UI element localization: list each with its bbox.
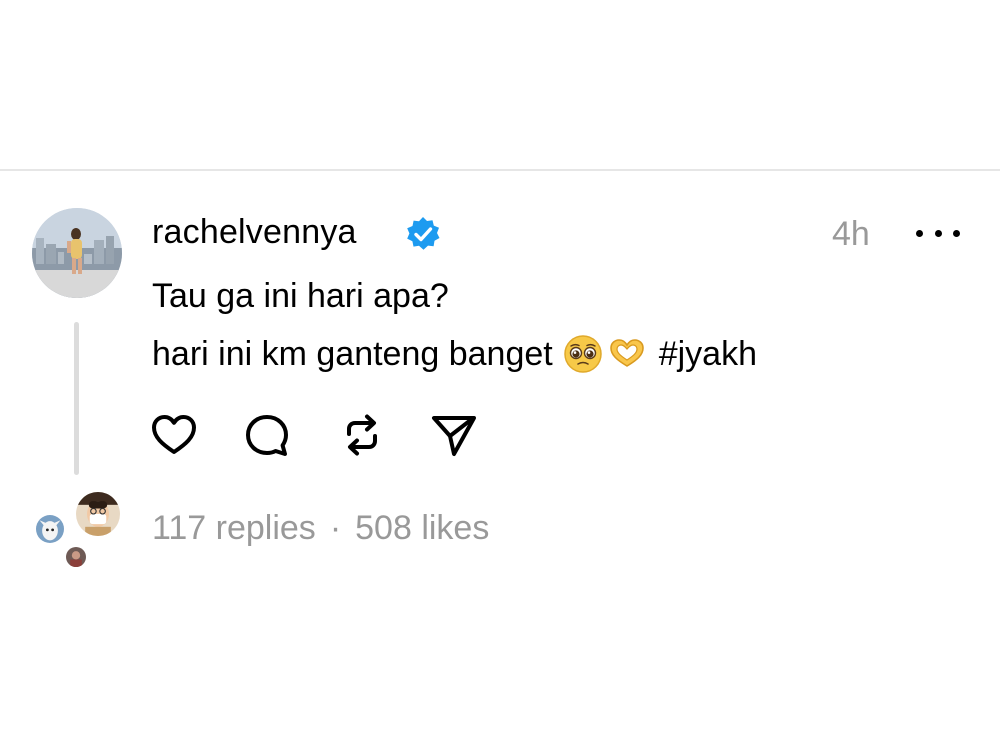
- heart-hands-emoji-icon: [607, 334, 647, 374]
- replier-avatar-2[interactable]: [34, 513, 66, 545]
- thread-connector-line: [74, 322, 79, 475]
- replier-avatar-3[interactable]: [64, 545, 88, 569]
- thread-post-screen: rachelvennya 4h Tau ga ini hari apa? har…: [0, 0, 1000, 750]
- top-divider: [0, 169, 1000, 171]
- post-stats: 117 replies · 508 likes: [152, 506, 489, 550]
- stats-separator: ·: [329, 509, 342, 547]
- author-username[interactable]: rachelvennya: [152, 212, 357, 252]
- post-actions-bar: [148, 410, 488, 460]
- post-text-line-2: hari ini km ganteng banget #jyakh: [152, 334, 757, 374]
- replies-count[interactable]: 117 replies: [152, 509, 316, 547]
- replier-avatar-1[interactable]: [74, 490, 122, 538]
- share-icon[interactable]: [428, 410, 480, 460]
- more-options-icon[interactable]: [910, 218, 966, 248]
- heart-icon[interactable]: [148, 410, 200, 460]
- repost-icon[interactable]: [336, 410, 388, 460]
- post-text-line-1: Tau ga ini hari apa?: [152, 277, 449, 315]
- pleading-face-emoji-icon: [563, 334, 603, 374]
- post-hashtag[interactable]: #jyakh: [659, 334, 757, 374]
- verified-badge-icon: [405, 216, 441, 252]
- likes-count[interactable]: 508 likes: [355, 509, 489, 547]
- post-text-line-2-words: hari ini km ganteng banget: [152, 335, 553, 373]
- author-avatar[interactable]: [32, 208, 122, 298]
- comment-icon[interactable]: [242, 410, 294, 460]
- post-timestamp: 4h: [832, 215, 870, 253]
